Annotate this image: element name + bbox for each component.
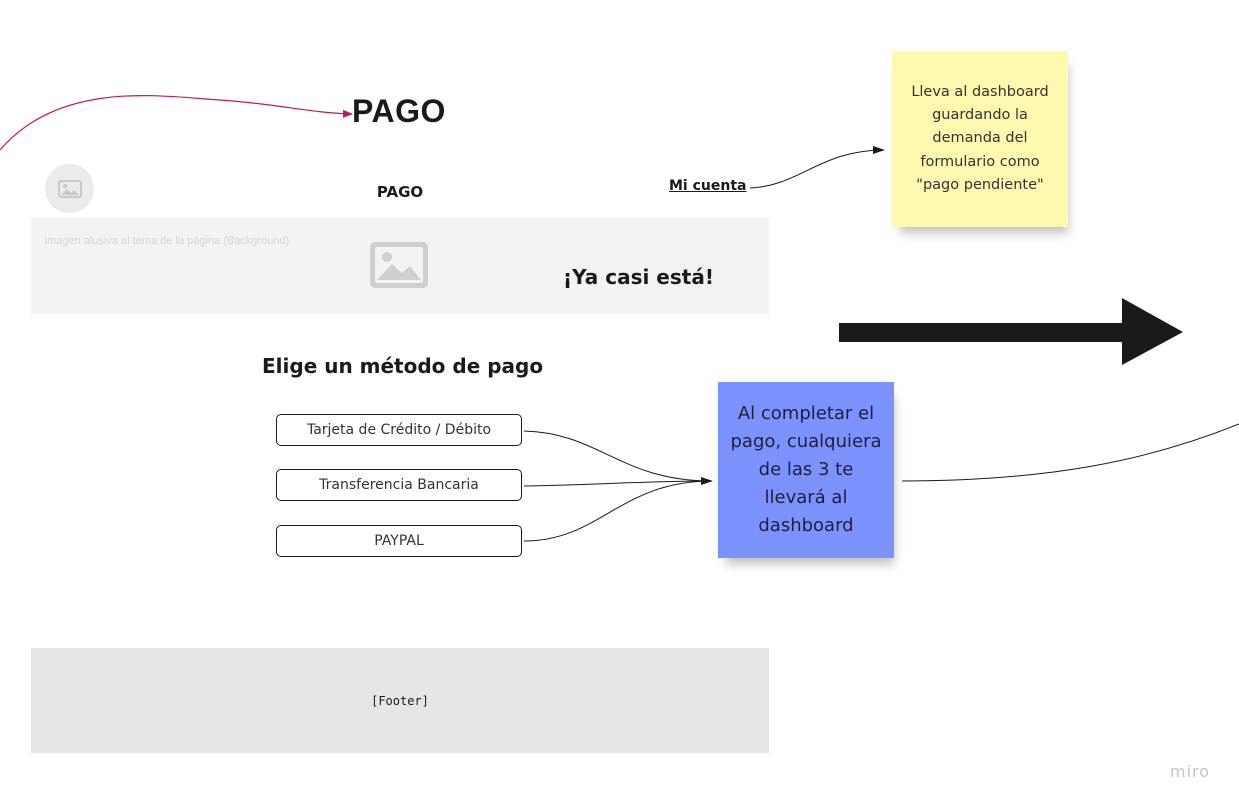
incoming-connector[interactable]	[0, 95, 353, 151]
page-header-title: PAGO	[376, 183, 424, 201]
big-arrow-right-icon[interactable]	[839, 298, 1183, 365]
payment-heading: Elige un método de pago	[262, 354, 544, 378]
footer-label: [Footer]	[371, 693, 429, 708]
account-to-note-connector[interactable]	[749, 146, 885, 189]
hero-heading: ¡Ya casi está!	[563, 265, 714, 289]
sticky-note-text: Al completar el pago, cualquiera de las …	[730, 403, 882, 536]
image-placeholder-icon	[57, 179, 82, 198]
transfer-method-connector[interactable]	[523, 480, 713, 487]
image-placeholder-icon	[370, 242, 428, 288]
footer: [Footer]	[31, 648, 769, 753]
miro-watermark: miro	[1170, 762, 1211, 781]
board-title: PAGO	[352, 93, 446, 129]
sticky-note-yellow[interactable]: Lleva al dashboard guardando la demanda …	[892, 51, 1068, 227]
sticky-note-blue[interactable]: Al completar el pago, cualquiera de las …	[718, 382, 894, 558]
sticky-note-text: Lleva al dashboard guardando la demanda …	[911, 84, 1049, 193]
card-method-button[interactable]: Tarjeta de Crédito / Débito	[276, 414, 522, 446]
logo-placeholder	[45, 164, 94, 213]
outgoing-connector[interactable]	[901, 423, 1239, 482]
hero-banner: Imagen alusiva al tema de la página (Bac…	[31, 218, 769, 314]
card-method-connector[interactable]	[523, 430, 713, 482]
transfer-method-button[interactable]: Transferencia Bancaria	[276, 469, 522, 501]
hero-caption: Imagen alusiva al tema de la página (Bac…	[44, 235, 290, 247]
account-link[interactable]: Mi cuenta	[669, 178, 746, 194]
paypal-method-connector[interactable]	[523, 477, 713, 542]
paypal-method-button[interactable]: PAYPAL	[276, 525, 522, 557]
